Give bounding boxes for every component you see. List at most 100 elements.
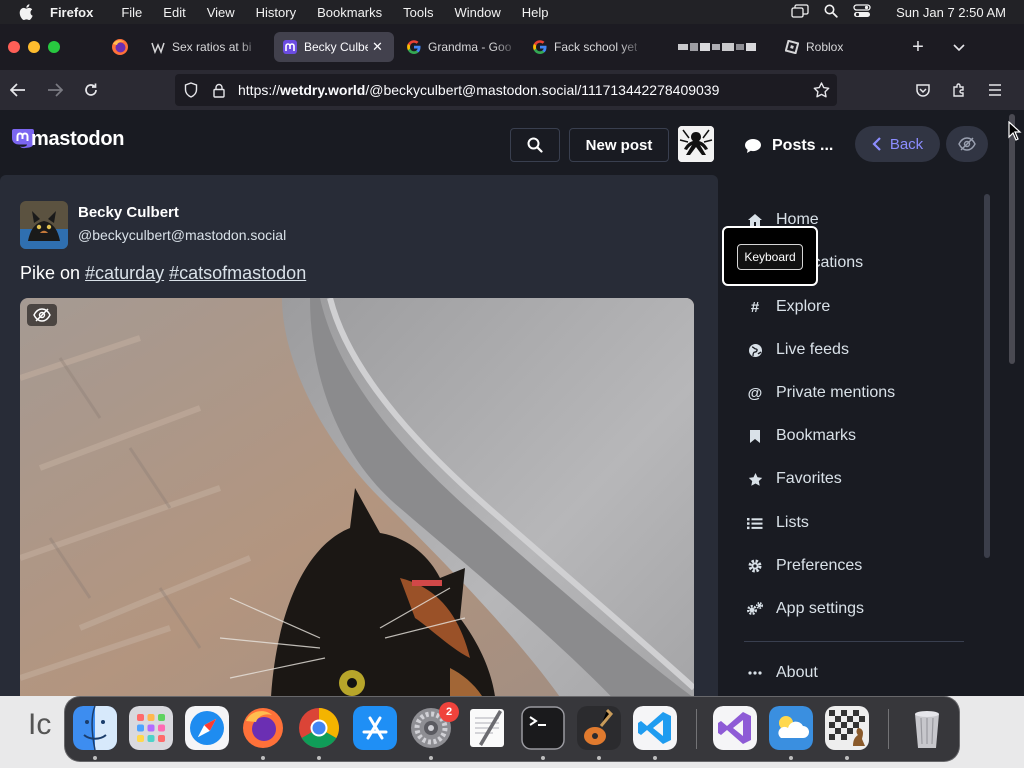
nav-app-settings[interactable]: App settings: [744, 597, 974, 621]
roblox-icon: [784, 39, 800, 55]
firefox-view-tab-icon[interactable]: [110, 37, 130, 57]
nav-label: Live feeds: [776, 341, 849, 358]
tab-close-icon[interactable]: ✕: [372, 39, 383, 55]
tab-redacted[interactable]: [678, 32, 770, 62]
menu-edit[interactable]: Edit: [163, 5, 185, 20]
menu-file[interactable]: File: [121, 5, 142, 20]
nav-private-mentions[interactable]: @ Private mentions: [744, 381, 974, 405]
wikipedia-icon: [150, 39, 166, 55]
tracking-protection-shield-icon[interactable]: [183, 82, 199, 98]
hide-media-eye-icon[interactable]: [27, 304, 57, 326]
safari-icon[interactable]: [185, 706, 229, 750]
window-close-button[interactable]: [8, 41, 20, 53]
navigation-scrollbar[interactable]: [984, 194, 990, 558]
finder-icon[interactable]: [73, 706, 117, 750]
column-header: Posts ...: [744, 128, 833, 164]
window-zoom-button[interactable]: [48, 41, 60, 53]
nav-lists[interactable]: Lists: [744, 511, 974, 535]
list-all-tabs-chevron-icon[interactable]: [950, 37, 968, 57]
app-store-icon[interactable]: [353, 706, 397, 750]
column-title: Posts ...: [772, 137, 834, 154]
trash-icon[interactable]: [905, 706, 949, 750]
bookmark-star-icon[interactable]: [812, 81, 830, 99]
nav-label: Bookmarks: [776, 427, 857, 444]
macos-menubar: Firefox File Edit View History Bookmarks…: [0, 0, 1024, 24]
firefox-dock-icon[interactable]: [241, 706, 285, 750]
post-account-handle[interactable]: @beckyculbert@mastodon.social: [78, 227, 286, 243]
detailed-status-column: Becky Culbert @beckyculbert@mastodon.soc…: [0, 175, 718, 696]
nav-label: Lists: [776, 514, 809, 531]
running-indicator: [429, 756, 433, 760]
tab-fack-school[interactable]: Fack school yet: [532, 32, 644, 62]
chess-icon[interactable]: [825, 706, 869, 750]
menu-window[interactable]: Window: [455, 5, 501, 20]
tab-grandma[interactable]: Grandma - Goo: [406, 32, 518, 62]
forward-arrow-icon[interactable]: [45, 80, 65, 100]
mastodon-logo[interactable]: mastodon: [10, 126, 124, 152]
extensions-puzzle-icon[interactable]: [949, 80, 969, 100]
nav-explore[interactable]: # Explore: [744, 295, 974, 319]
menu-app-name[interactable]: Firefox: [50, 5, 93, 20]
back-arrow-icon[interactable]: [8, 80, 28, 100]
gears-icon: [744, 598, 766, 620]
tab-sex-ratios[interactable]: Sex ratios at bi: [150, 32, 262, 62]
textedit-icon[interactable]: [465, 706, 509, 750]
control-center-icon[interactable]: [853, 3, 871, 21]
spotlight-search-icon[interactable]: [824, 4, 838, 21]
lock-icon[interactable]: [211, 82, 227, 98]
new-post-button[interactable]: New post: [569, 128, 669, 162]
my-avatar[interactable]: [678, 126, 714, 162]
mastodon-icon: [282, 39, 298, 55]
hashtag-caturday-link[interactable]: #caturday: [85, 263, 164, 283]
post-display-name[interactable]: Becky Culbert: [78, 204, 179, 221]
menubar-clock[interactable]: Sun Jan 7 2:50 AM: [896, 5, 1006, 20]
nav-preferences[interactable]: Preferences: [744, 554, 974, 578]
pocket-icon[interactable]: [913, 80, 933, 100]
menu-help[interactable]: Help: [522, 5, 549, 20]
visual-studio-icon[interactable]: [713, 706, 757, 750]
nav-live-feeds[interactable]: Live feeds: [744, 338, 974, 362]
menu-history[interactable]: History: [256, 5, 296, 20]
nav-label: App settings: [776, 600, 865, 617]
running-indicator: [541, 756, 545, 760]
launchpad-icon[interactable]: [129, 706, 173, 750]
toggle-visibility-button[interactable]: [946, 126, 988, 162]
screen-mirroring-icon[interactable]: [791, 3, 809, 21]
keyboard-focus-tooltip: Keyboard: [722, 226, 818, 286]
weather-icon[interactable]: [769, 706, 813, 750]
eye-slash-icon: [958, 137, 976, 151]
apple-menu-icon[interactable]: [16, 0, 36, 24]
window-minimize-button[interactable]: [28, 41, 40, 53]
hashtag-catsofmastodon-link[interactable]: #catsofmastodon: [169, 263, 306, 283]
terminal-icon[interactable]: [521, 706, 565, 750]
tab-becky-culbert[interactable]: Becky Culber ✕: [274, 32, 394, 62]
tab-roblox[interactable]: Roblox: [784, 32, 884, 62]
page-scrollbar[interactable]: [1009, 114, 1015, 364]
search-button[interactable]: [510, 128, 560, 162]
menu-view[interactable]: View: [207, 5, 235, 20]
obscured-tab-title: [678, 43, 756, 51]
menu-tools[interactable]: Tools: [403, 5, 433, 20]
chrome-icon[interactable]: [297, 706, 341, 750]
back-button[interactable]: Back: [855, 126, 940, 162]
running-indicator: [597, 756, 601, 760]
running-indicator: [261, 756, 265, 760]
reload-icon[interactable]: [81, 80, 101, 100]
address-bar[interactable]: https://wetdry.world/@beckyculbert@masto…: [175, 74, 837, 106]
menu-bookmarks[interactable]: Bookmarks: [317, 5, 382, 20]
vscode-icon[interactable]: [633, 706, 677, 750]
hamburger-menu-icon[interactable]: [985, 80, 1005, 100]
nav-bookmarks[interactable]: Bookmarks: [744, 424, 974, 448]
notification-badge: 2: [439, 702, 459, 722]
running-indicator: [789, 756, 793, 760]
comment-icon: [745, 139, 761, 153]
tab-bar: Sex ratios at bi Becky Culber ✕ Grandma …: [0, 24, 1024, 70]
nav-favorites[interactable]: Favorites: [744, 467, 974, 491]
garageband-icon[interactable]: [577, 706, 621, 750]
post-media-image[interactable]: [20, 298, 694, 696]
new-tab-plus-icon[interactable]: +: [908, 36, 928, 58]
tab-title: Becky Culber: [304, 40, 368, 54]
post-author-avatar[interactable]: [20, 201, 68, 249]
nav-about[interactable]: About: [744, 661, 974, 685]
running-indicator: [93, 756, 97, 760]
